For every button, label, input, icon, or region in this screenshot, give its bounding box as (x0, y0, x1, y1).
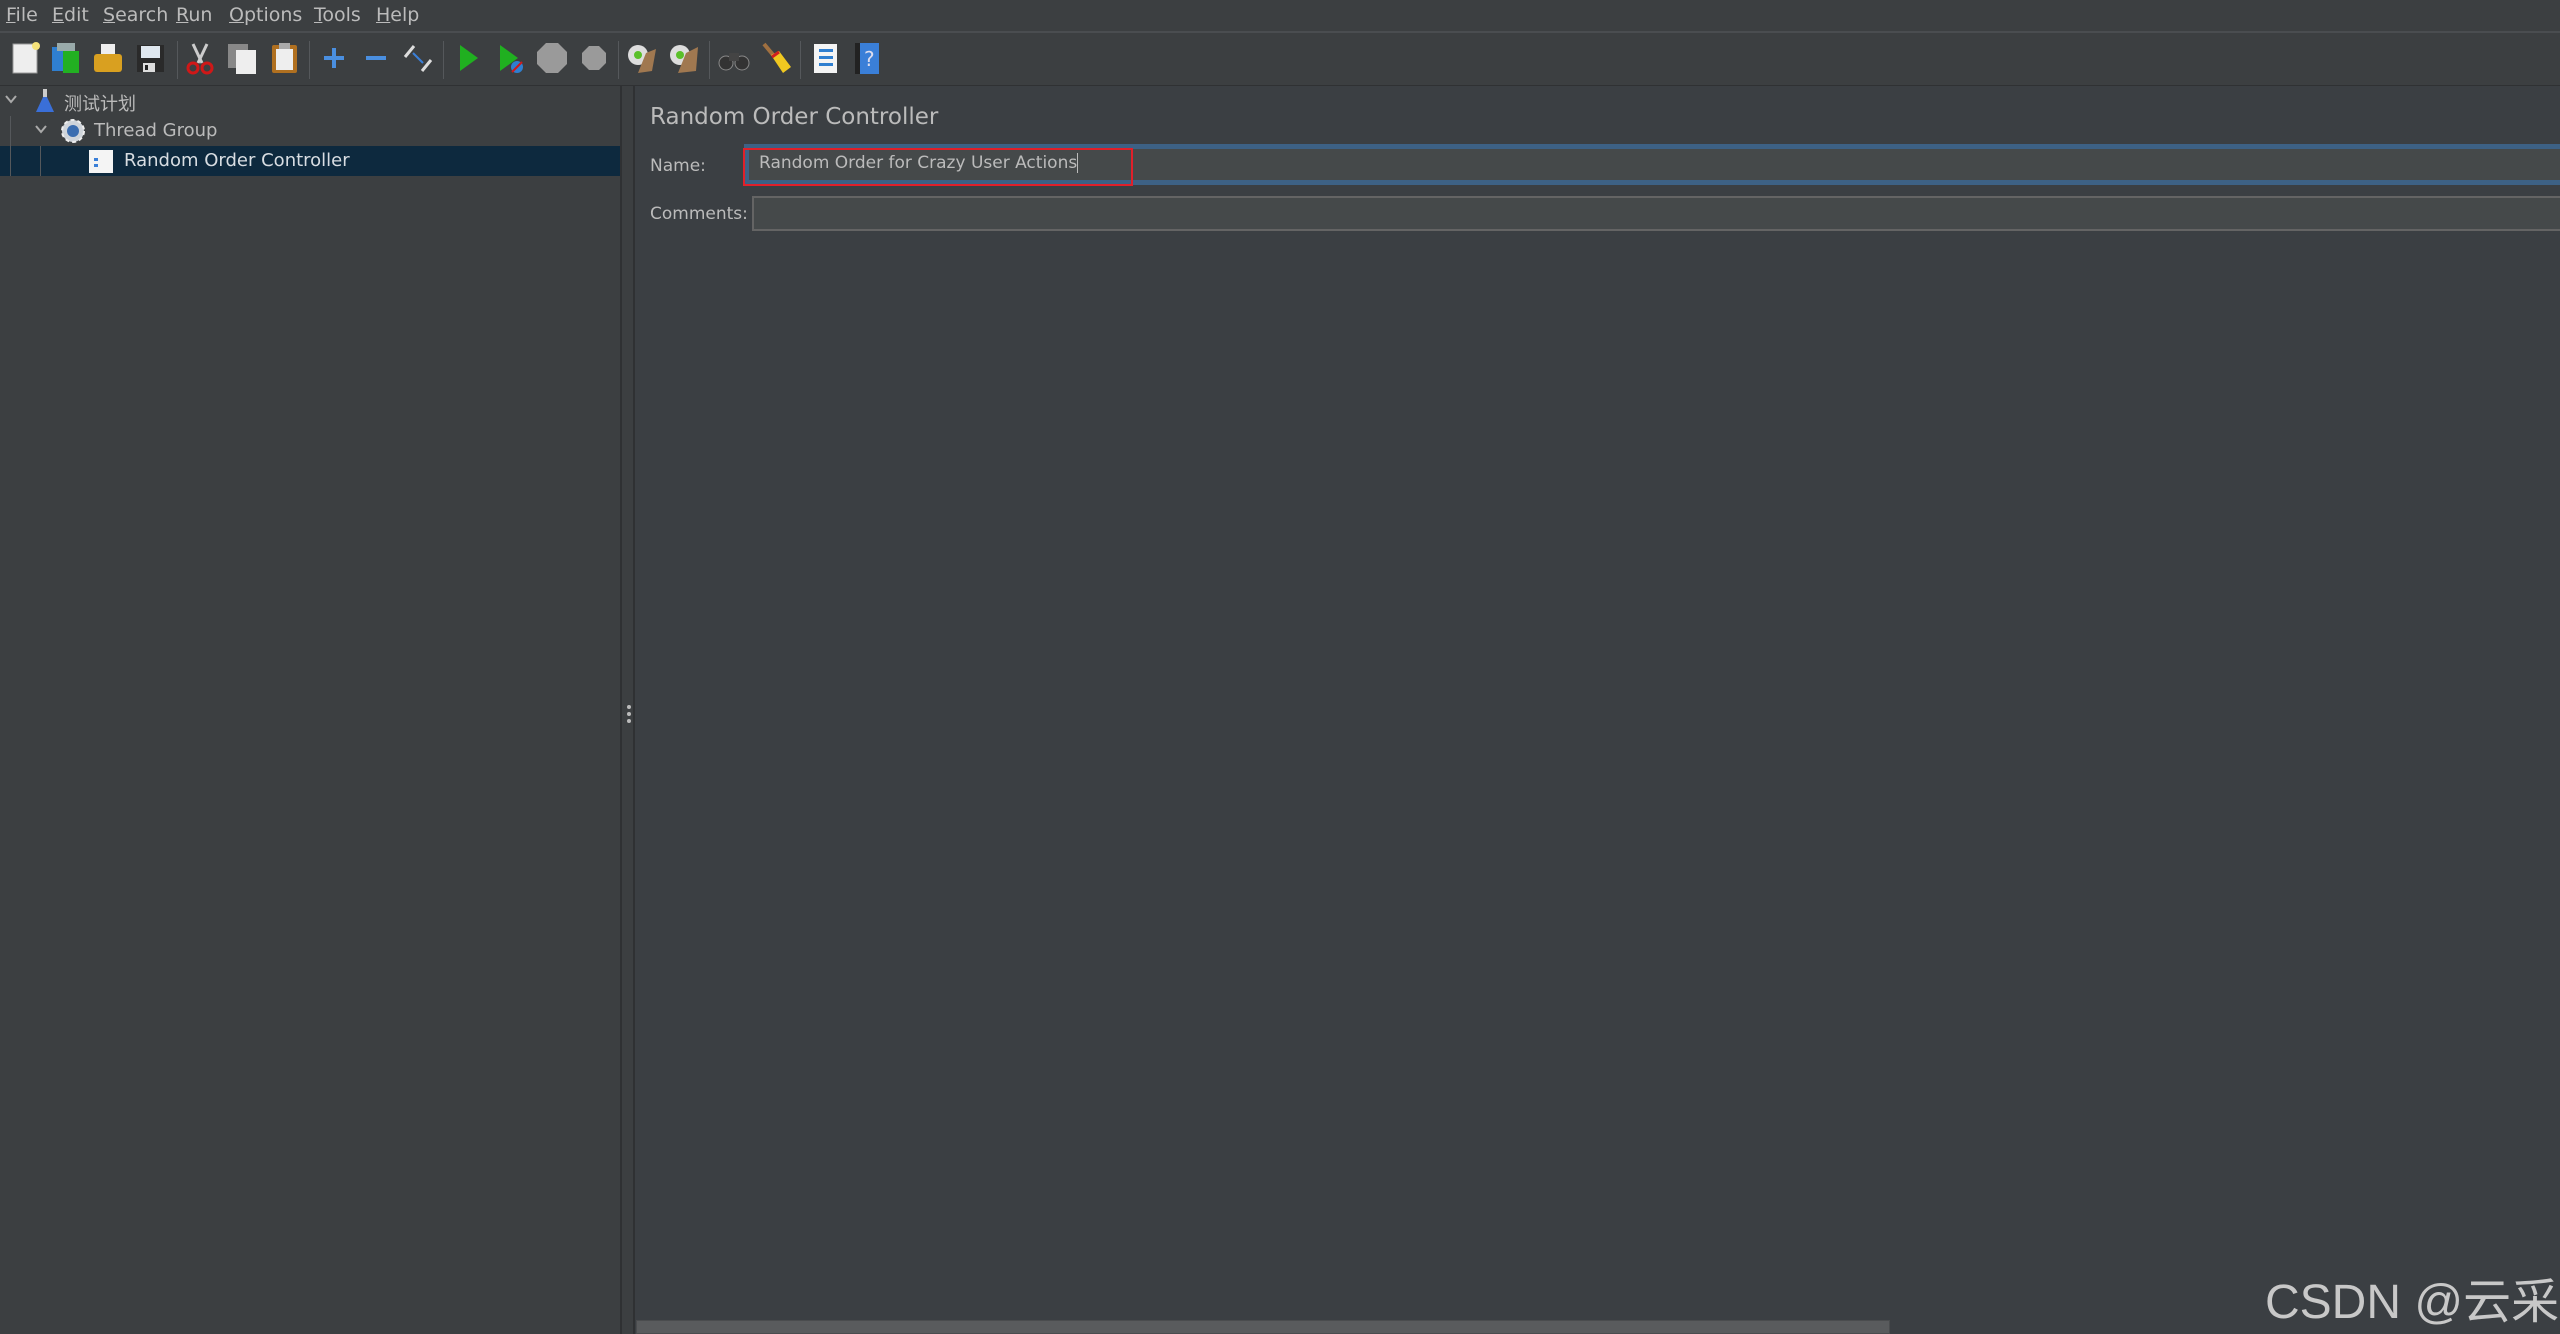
tree-item-label: Thread Group (94, 120, 218, 141)
start-button[interactable] (450, 40, 486, 76)
menu-edit-label: dit (64, 4, 89, 26)
split-pane-divider[interactable] (620, 86, 635, 1334)
menu-file-mnemonic: F (6, 4, 16, 26)
scissors-icon (186, 43, 214, 75)
menu-run-label: un (188, 4, 213, 26)
broom-clear-icon (628, 45, 656, 73)
binoculars-icon (718, 53, 750, 71)
templates-icon (52, 43, 79, 73)
menu-options-label: ptions (243, 4, 303, 26)
shutdown-icon (582, 46, 606, 70)
watermark: CSDN @云采 (2265, 1276, 2560, 1329)
menu-options-mnemonic: O (229, 4, 244, 26)
menu-file[interactable]: File (6, 4, 38, 26)
reset-search-button[interactable] (758, 40, 794, 76)
open-folder-icon (94, 44, 122, 72)
menu-search-label: earch (115, 4, 169, 26)
new-file-icon (12, 42, 40, 74)
menu-help-label: elp (390, 4, 420, 26)
toolbar-separator (618, 41, 619, 79)
play-no-timers-icon (500, 45, 523, 73)
menu-tools-label: ools (322, 4, 361, 26)
toggle-button[interactable] (400, 40, 436, 76)
search-button[interactable] (716, 40, 752, 76)
thread-group-gear-icon (61, 119, 85, 143)
panel-title: Random Order Controller (650, 104, 939, 130)
grip-dot (627, 719, 631, 723)
menu-search[interactable]: Search (103, 4, 168, 26)
toolbar-separator (800, 41, 801, 79)
play-icon (460, 45, 478, 71)
menu-search-mnemonic: S (103, 4, 116, 26)
menu-run-mnemonic: R (176, 4, 189, 26)
toggle-icon (403, 45, 433, 72)
toolbar-separator (443, 41, 444, 79)
menu-bar: File Edit Search Run Options Tools Help (0, 0, 2560, 33)
broom-icon (762, 42, 791, 73)
clear-button[interactable] (623, 40, 659, 76)
tree-item-label: 测试计划 (64, 94, 136, 115)
list-icon (814, 44, 837, 73)
copy-icon (228, 44, 256, 74)
tree-item-label: Random Order Controller (124, 150, 350, 171)
menu-help-mnemonic: H (376, 4, 391, 26)
help-button[interactable]: ? (849, 40, 885, 76)
stop-button[interactable] (534, 40, 570, 76)
tree-item-random-order-controller[interactable]: Random Order Controller (0, 146, 620, 176)
grip-dot (627, 705, 631, 709)
tree-item-test-plan[interactable]: 测试计划 (0, 86, 620, 116)
comments-input[interactable] (752, 196, 2560, 231)
chevron-down-icon[interactable] (34, 122, 48, 136)
menu-edit-mnemonic: E (52, 4, 65, 26)
svg-text:?: ? (864, 47, 875, 71)
toolbar-separator (309, 41, 310, 79)
highlight-annotation-box (743, 148, 1133, 186)
grip-dot (627, 712, 631, 716)
save-icon (137, 45, 164, 72)
tree-item-thread-group[interactable]: Thread Group (0, 116, 620, 146)
expand-all-button[interactable] (316, 40, 352, 76)
broom-clear-all-icon (670, 45, 698, 73)
new-button[interactable] (7, 40, 43, 76)
controller-panel: Random Order Controller Name: Random Ord… (635, 86, 2560, 1334)
open-button[interactable] (90, 40, 126, 76)
plus-icon (324, 48, 344, 68)
help-book-icon: ? (855, 43, 879, 74)
menu-file-label: ile (15, 4, 38, 26)
templates-button[interactable] (48, 40, 84, 76)
start-no-pauses-button[interactable] (492, 40, 528, 76)
test-plan-tree: 测试计划 Thread Group Random Order Controlle… (0, 86, 620, 1334)
clear-all-button[interactable] (665, 40, 701, 76)
tree-guide-line (10, 146, 11, 176)
paste-icon (272, 43, 297, 73)
toolbar: ? (0, 33, 2560, 86)
cut-button[interactable] (182, 40, 218, 76)
stop-icon (537, 43, 567, 73)
menu-tools[interactable]: Tools (314, 4, 361, 26)
menu-help[interactable]: Help (376, 4, 419, 26)
menu-run[interactable]: Run (176, 4, 212, 26)
controller-icon (89, 150, 113, 173)
save-button[interactable] (132, 40, 168, 76)
tree-guide-line (40, 146, 41, 176)
comments-label: Comments: (650, 204, 748, 224)
horizontal-scrollbar-thumb[interactable] (636, 1320, 1890, 1334)
function-helper-button[interactable] (807, 40, 843, 76)
test-plan-flask-icon (36, 89, 54, 112)
collapse-all-button[interactable] (358, 40, 394, 76)
menu-options[interactable]: Options (229, 4, 302, 26)
paste-button[interactable] (266, 40, 302, 76)
copy-button[interactable] (224, 40, 260, 76)
toolbar-separator (709, 41, 710, 79)
minus-icon (366, 56, 386, 60)
name-label: Name: (650, 156, 706, 176)
shutdown-button[interactable] (576, 40, 612, 76)
menu-edit[interactable]: Edit (52, 4, 89, 26)
toolbar-separator (177, 41, 178, 79)
chevron-down-icon[interactable] (4, 92, 18, 106)
